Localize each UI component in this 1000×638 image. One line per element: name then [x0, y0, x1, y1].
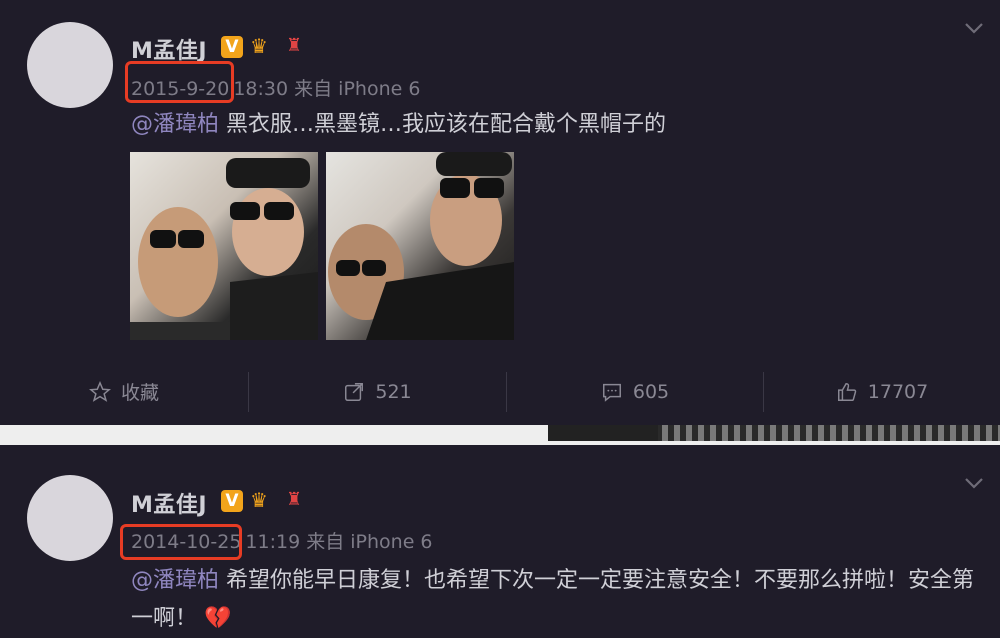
torch-icon: ♜	[286, 489, 303, 510]
chevron-down-icon[interactable]	[964, 477, 984, 489]
post-photo[interactable]	[130, 152, 318, 340]
broken-heart-emoji: 💔	[204, 606, 232, 631]
avatar[interactable]	[27, 22, 113, 108]
post-text: 希望你能早日康复！也希望下次一定一定要注意安全！不要那么拼啦！安全第一啊！	[131, 568, 975, 631]
verified-badge: V	[221, 490, 243, 512]
torch-icon: ♜	[286, 35, 303, 56]
favorite-button[interactable]: 收藏	[0, 358, 248, 425]
like-button[interactable]: 17707	[764, 358, 1000, 425]
crown-icon: ♛	[250, 34, 268, 58]
comment-button[interactable]: 605	[507, 358, 763, 425]
favorite-label: 收藏	[120, 382, 159, 404]
post-content: @潘瑋柏 希望你能早日康复！也希望下次一定一定要注意安全！不要那么拼啦！安全第一…	[131, 562, 981, 638]
verified-badge: V	[221, 36, 243, 58]
crown-icon: ♛	[250, 488, 268, 512]
repost-button[interactable]: 521	[249, 358, 506, 425]
post-content: @潘瑋柏 黑衣服…黑墨镜…我应该在配合戴个黑帽子的	[131, 106, 981, 144]
like-count: 17707	[867, 380, 929, 403]
like-icon	[837, 382, 857, 401]
repost-count: 521	[375, 380, 412, 403]
action-bar: 收藏 521 605 17707	[0, 358, 1000, 425]
username[interactable]: M孟佳J	[131, 487, 207, 519]
mention-link[interactable]: @潘瑋柏	[131, 568, 219, 593]
repost-icon	[345, 382, 364, 401]
avatar[interactable]	[27, 475, 113, 561]
background-photo-strip	[548, 425, 658, 441]
post-photo[interactable]	[326, 152, 514, 340]
post-time-source: 18:30 来自 iPhone 6	[233, 78, 421, 100]
mention-link[interactable]: @潘瑋柏	[131, 112, 219, 137]
comment-icon	[602, 383, 621, 402]
date-highlight-box	[120, 524, 242, 560]
star-icon	[88, 380, 111, 402]
chevron-down-icon[interactable]	[964, 22, 984, 34]
weibo-post: M孟佳J V ♛ ♜ 2015-9-20 18:30 来自 iPhone 6 @潘…	[0, 0, 1000, 425]
weibo-post: M孟佳J V ♛ ♜ 2014-10-25 11:19 来自 iPhone 6 @…	[0, 445, 1000, 638]
post-time-source: 11:19 来自 iPhone 6	[245, 531, 433, 553]
date-highlight-box	[125, 61, 234, 103]
post-text: 黑衣服…黑墨镜…我应该在配合戴个黑帽子的	[226, 112, 667, 137]
comment-count: 605	[632, 380, 670, 403]
